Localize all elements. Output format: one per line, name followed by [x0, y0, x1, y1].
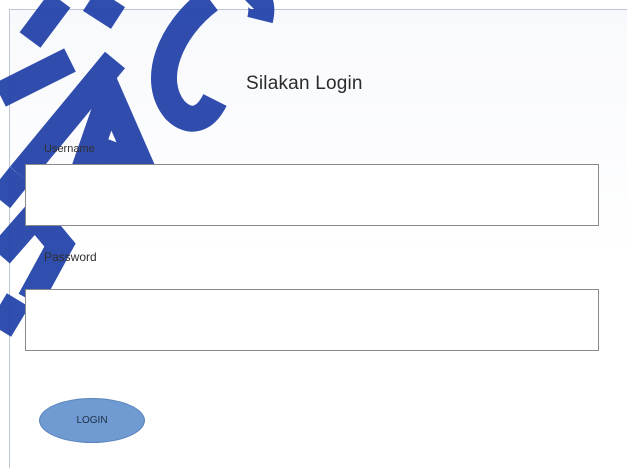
login-button-label: LOGIN: [76, 415, 108, 426]
page-title: Silakan Login: [246, 73, 363, 94]
login-page: Silakan Login Username Password LOGIN: [0, 0, 629, 468]
username-input[interactable]: [25, 164, 599, 226]
password-input[interactable]: [25, 289, 599, 351]
password-label: Password: [44, 250, 97, 264]
username-label: Username: [44, 143, 95, 155]
login-button[interactable]: LOGIN: [39, 398, 145, 443]
